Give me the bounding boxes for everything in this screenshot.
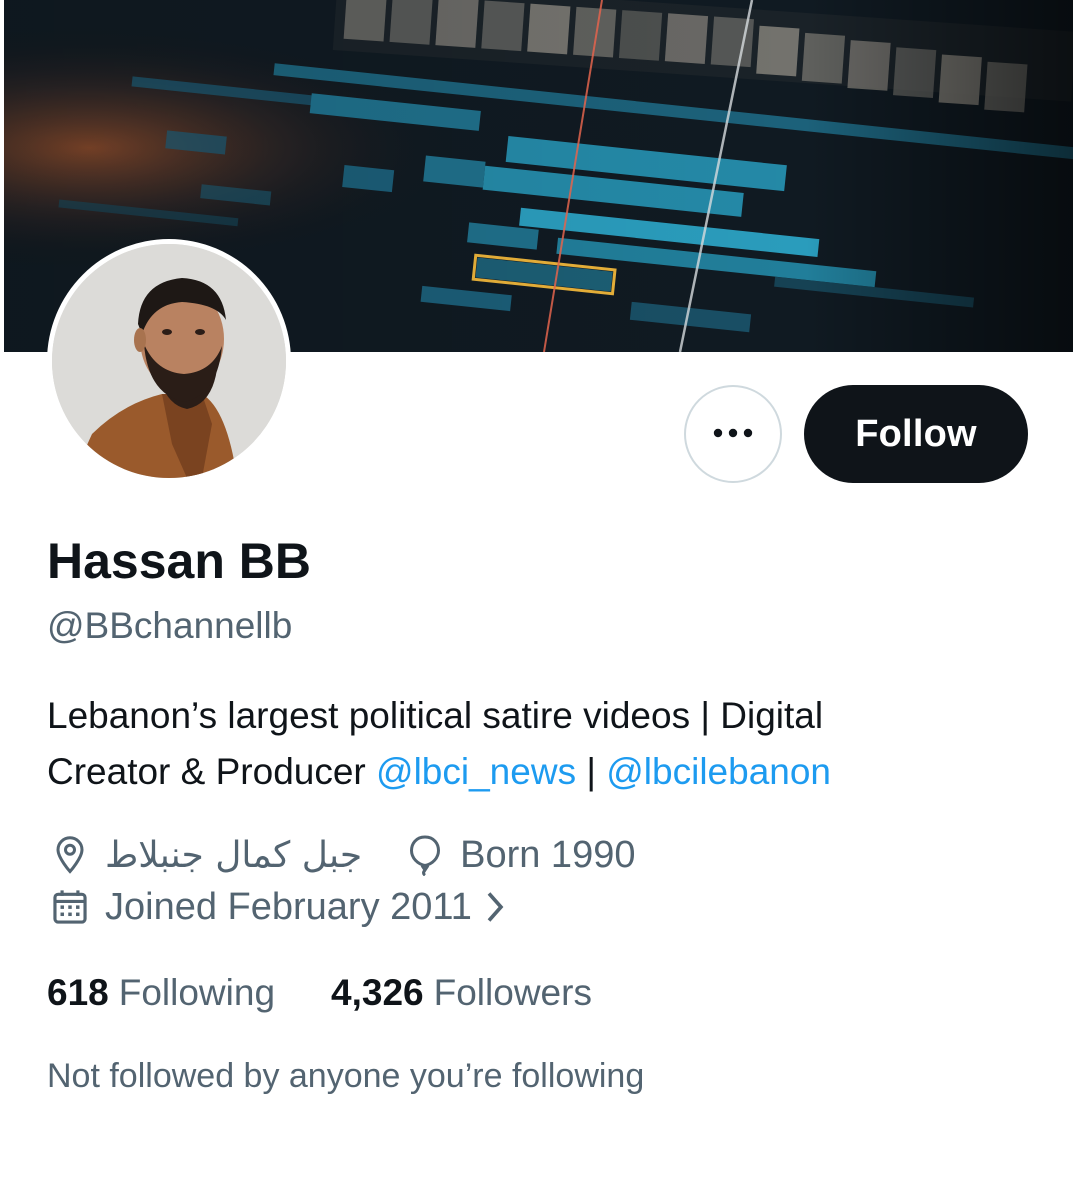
- more-horizontal-icon: [713, 425, 753, 443]
- more-options-button[interactable]: [684, 385, 782, 483]
- chevron-right-icon: [484, 889, 506, 925]
- calendar-icon: [47, 884, 93, 930]
- following-label: Following: [118, 972, 276, 1013]
- profile-page: Follow Hassan BB @BBchannellb Lebanon’s …: [0, 0, 1075, 1200]
- followers-count: 4,326: [331, 972, 424, 1013]
- mention-link-lbcilebanon[interactable]: @lbcilebanon: [606, 751, 831, 792]
- avatar-photo: [52, 244, 286, 478]
- profile-avatar[interactable]: [47, 239, 291, 483]
- profile-birthdate: Born 1990: [460, 833, 636, 876]
- profile-display-name: Hassan BB: [47, 533, 311, 589]
- profile-location: جبل كمال جنبلاط: [105, 834, 363, 876]
- bio-line-2: Creator & Producer @lbci_news | @lbcileb…: [47, 744, 1047, 800]
- profile-bio: Lebanon’s largest political satire video…: [47, 688, 1047, 800]
- bio-line-1: Lebanon’s largest political satire video…: [47, 695, 824, 736]
- follow-button[interactable]: Follow: [804, 385, 1028, 483]
- following-count: 618: [47, 972, 109, 1013]
- followers-label: Followers: [433, 972, 592, 1013]
- profile-joined-row: Joined February 2011: [47, 884, 506, 930]
- balloon-icon: [402, 832, 448, 878]
- profile-handle: @BBchannellb: [47, 605, 293, 646]
- bio-separator: |: [576, 751, 607, 792]
- profile-meta-row: جبل كمال جنبلاط Born 1990: [47, 832, 635, 878]
- joined-date-link[interactable]: Joined February 2011: [105, 886, 506, 929]
- mention-link-lbci-news[interactable]: @lbci_news: [376, 751, 576, 792]
- profile-joined-date: Joined February 2011: [105, 885, 472, 928]
- profile-stats: 618 Following 4,326 Followers: [47, 972, 648, 1014]
- location-pin-icon: [47, 832, 93, 878]
- bio-text: Creator & Producer: [47, 751, 377, 792]
- following-link[interactable]: 618 Following: [47, 972, 275, 1014]
- followers-link[interactable]: 4,326 Followers: [331, 972, 592, 1014]
- followed-by-note: Not followed by anyone you’re following: [47, 1057, 645, 1095]
